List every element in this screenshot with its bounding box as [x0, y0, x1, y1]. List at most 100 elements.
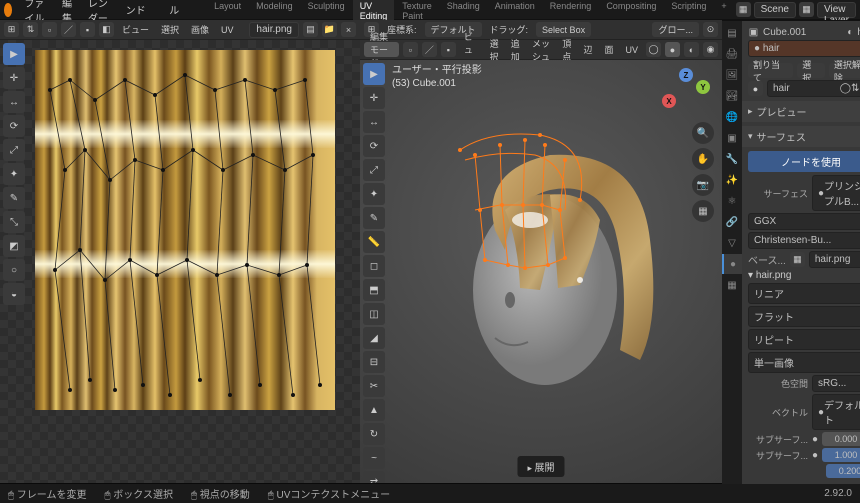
vp-uv[interactable]: UV — [621, 43, 642, 57]
sel-vert-icon[interactable]: ▫ — [403, 42, 418, 57]
ptab-render-icon[interactable]: ▤ — [722, 23, 742, 43]
interp-field[interactable]: リニア▾ — [748, 283, 860, 304]
vp-mode[interactable]: 編集モード — [364, 42, 399, 57]
image-open-icon[interactable]: 📁 — [322, 22, 337, 37]
assign-btn[interactable]: 割り当て — [748, 63, 793, 78]
deselect-btn[interactable]: 選択解除 — [829, 63, 860, 78]
mat-browse-icon[interactable]: ● — [748, 81, 763, 96]
tool-measure-3d-icon[interactable]: 📏 — [363, 231, 385, 253]
tool-move-3d-icon[interactable]: ↔ — [363, 111, 385, 133]
tool-cursor-icon[interactable]: ✛ — [3, 67, 25, 89]
vp-edge[interactable]: 辺 — [579, 41, 596, 58]
shading-solid-icon[interactable]: ● — [665, 42, 680, 57]
proj-field[interactable]: フラット▾ — [748, 306, 860, 327]
tool-annotate-3d-icon[interactable]: ✎ — [363, 207, 385, 229]
sel-face-icon[interactable]: ▪ — [441, 42, 456, 57]
tool-pinch-icon[interactable]: ◒ — [3, 283, 25, 305]
image-new-icon[interactable]: ▤ — [303, 22, 318, 37]
tool-scale-icon[interactable]: ⤢ — [3, 139, 25, 161]
vp-face[interactable]: 面 — [600, 41, 617, 58]
uv-sync-icon[interactable]: ⇅ — [23, 22, 38, 37]
image-unlink-icon[interactable]: × — [341, 22, 356, 37]
tool-smooth-icon[interactable]: ~ — [363, 447, 385, 469]
tool-polybuild-icon[interactable]: ▲ — [363, 399, 385, 421]
ptab-modifier-icon[interactable]: 🔧 — [722, 149, 742, 169]
ptab-object-icon[interactable]: ▣ — [722, 128, 742, 148]
tool-rip-icon[interactable]: ◩ — [3, 235, 25, 257]
uv-view[interactable]: ビュー — [118, 21, 153, 38]
uv-image[interactable]: 画像 — [187, 21, 213, 38]
uv-image-name[interactable]: hair.png — [249, 22, 299, 38]
ss1-dot[interactable]: ● — [812, 434, 818, 445]
tool-grab-icon[interactable]: ○ — [3, 259, 25, 281]
ptab-output-icon[interactable]: 🖨 — [722, 44, 742, 64]
tool-rotate-icon[interactable]: ⟳ — [3, 115, 25, 137]
surface-panel[interactable]: ▾ サーフェス — [742, 126, 860, 147]
surf-type[interactable]: ●プリンシプルB... — [812, 175, 860, 211]
tool-loopcut-icon[interactable]: ⊟ — [363, 351, 385, 373]
tool-inset-icon[interactable]: ◫ — [363, 303, 385, 325]
vp-canvas[interactable]: ▶ ✛ ↔ ⟳ ⤢ ✦ ✎ 📏 ◻ ⬒ ◫ ◢ ⊟ ✂ ▲ ↻ ~ ⇄ ⇲ ▱ — [360, 60, 722, 483]
island-mode-icon[interactable]: ◧ — [99, 22, 114, 37]
tool-cursor-3d-icon[interactable]: ✛ — [363, 87, 385, 109]
tool-spin-icon[interactable]: ↻ — [363, 423, 385, 445]
source-field[interactable]: 単一画像▾ — [748, 352, 860, 373]
ext-field[interactable]: リピート▾ — [748, 329, 860, 350]
persp-icon[interactable]: ▦ — [692, 200, 714, 222]
edge-mode-icon[interactable]: ／ — [61, 22, 76, 37]
last-op-panel[interactable]: ▸ 展開 — [517, 456, 564, 477]
ptab-physics-icon[interactable]: ⚛ — [722, 191, 742, 211]
vec-field[interactable]: ●デフォルト — [812, 394, 860, 430]
tool-scale-3d-icon[interactable]: ⤢ — [363, 159, 385, 181]
dist-field[interactable]: GGX▾ — [748, 213, 860, 230]
ss2-dot[interactable]: ● — [812, 450, 818, 461]
ptab-view-icon[interactable]: 🖼 — [722, 65, 742, 85]
tool-extrude-icon[interactable]: ⬒ — [363, 279, 385, 301]
sel-edge-icon[interactable]: ／ — [422, 42, 437, 57]
tex-browse-icon[interactable]: ▦ — [790, 252, 805, 267]
camera-icon[interactable]: 📷 — [692, 174, 714, 196]
tool-select-icon[interactable]: ▶ — [3, 43, 25, 65]
zoom-icon[interactable]: 🔍 — [692, 122, 714, 144]
tool-measure-icon[interactable]: ⤡ — [3, 211, 25, 233]
shading-render-icon[interactable]: ◉ — [703, 42, 718, 57]
sss-method[interactable]: Christensen-Bu...▾ — [748, 232, 860, 249]
tool-edgeslide-icon[interactable]: ⇄ — [363, 471, 385, 483]
tool-rotate-3d-icon[interactable]: ⟳ — [363, 135, 385, 157]
select-btn[interactable]: 選択 — [797, 63, 825, 78]
vert-mode-icon[interactable]: ▫ — [42, 22, 57, 37]
tool-knife-icon[interactable]: ✂ — [363, 375, 385, 397]
mat-name-field[interactable]: hair◯⇅ × — [767, 80, 860, 97]
ptab-particle-icon[interactable]: ✨ — [722, 170, 742, 190]
tool-annotate-icon[interactable]: ✎ — [3, 187, 25, 209]
ss1-val[interactable]: 0.000 — [822, 432, 860, 446]
tex-name-field[interactable]: hair.png — [809, 251, 860, 268]
tool-addcube-icon[interactable]: ◻ — [363, 255, 385, 277]
preview-panel[interactable]: ▸ プレビュー — [742, 101, 860, 122]
ptab-scene-icon[interactable]: 🏞 — [722, 86, 742, 106]
ss2-val[interactable]: 1.000 — [822, 448, 860, 462]
cs-field[interactable]: sRG...▾ — [812, 375, 860, 392]
vp-snap-icon[interactable]: ⊙ — [703, 22, 718, 37]
shading-matprev-icon[interactable]: ◐ — [684, 42, 699, 57]
editor-type-icon[interactable]: ⊞ — [4, 22, 19, 37]
tool-move-icon[interactable]: ↔ — [3, 91, 25, 113]
prop-objname[interactable]: Cube.001 — [763, 27, 806, 38]
tool-transform-icon[interactable]: ✦ — [3, 163, 25, 185]
face-mode-icon[interactable]: ▪ — [80, 22, 95, 37]
ss2-val2[interactable]: 0.200 — [826, 464, 860, 478]
mat-slot[interactable]: ● hair — [748, 40, 860, 57]
shading-wire-icon[interactable]: ◯ — [646, 42, 661, 57]
ptab-mesh-icon[interactable]: ▽ — [722, 233, 742, 253]
tool-transform-3d-icon[interactable]: ✦ — [363, 183, 385, 205]
vp-global[interactable]: グロー... — [652, 22, 699, 37]
viewlayer-name[interactable]: View Layer — [817, 2, 856, 18]
ptab-constraint-icon[interactable]: 🔗 — [722, 212, 742, 232]
uv-uv[interactable]: UV — [217, 23, 238, 37]
ptab-world-icon[interactable]: 🌐 — [722, 107, 742, 127]
uv-select[interactable]: 選択 — [157, 21, 183, 38]
tool-bevel-icon[interactable]: ◢ — [363, 327, 385, 349]
uv-canvas[interactable]: ▶ ✛ ↔ ⟳ ⤢ ✦ ✎ ⤡ ◩ ○ ◒ — [0, 40, 360, 483]
nav-gizmo[interactable]: Z Y X — [662, 68, 710, 116]
viewlayer-browse-icon[interactable]: ▦ — [799, 2, 814, 17]
